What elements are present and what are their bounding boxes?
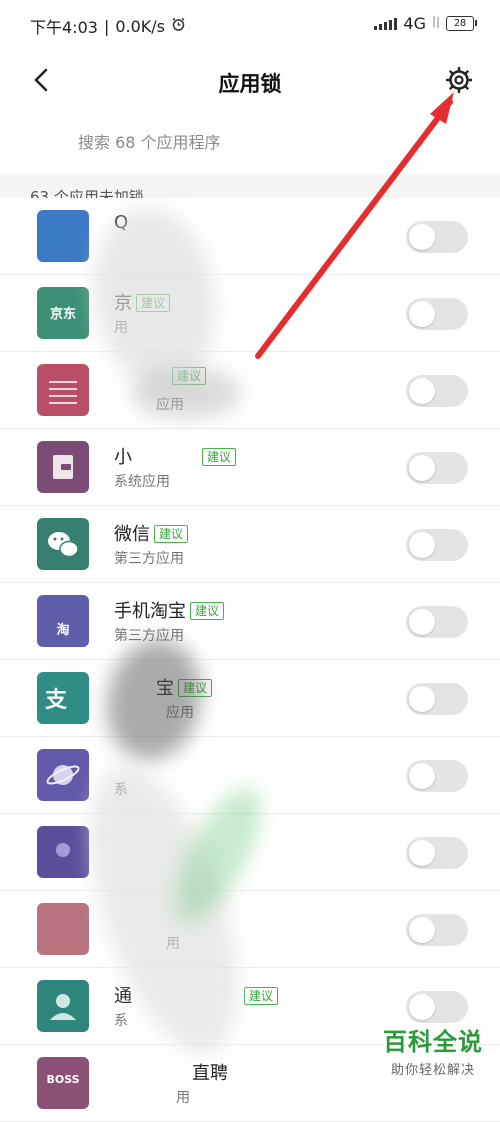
lock-toggle[interactable] <box>406 991 468 1023</box>
toggle-knob <box>409 609 435 635</box>
app-name: 通建议 <box>114 982 279 1008</box>
app-row: 建议 应用 <box>0 352 500 429</box>
toggle-knob <box>409 532 435 558</box>
app-row: Q <box>0 198 500 275</box>
status-right: 4G 28 <box>374 14 477 33</box>
watermark: 百科全说 助你轻松解决 <box>377 1022 489 1078</box>
app-name: 微信 建议 <box>114 520 189 546</box>
app-row: 微信 建议 第三方应用 <box>0 506 500 583</box>
suggest-tag: 建议 <box>190 602 225 620</box>
purple-app-icon <box>37 826 89 878</box>
watermark-sub: 助你轻松解决 <box>390 1063 475 1078</box>
app-name: Q <box>114 212 129 233</box>
status-time: 下午4:03 <box>30 18 98 37</box>
taobao-app-icon: 淘 <box>37 595 89 647</box>
blue-app-icon <box>37 210 89 262</box>
app-row: 小建议 系统应用 <box>0 429 500 506</box>
app-name: 京建议 <box>114 289 171 315</box>
jd-app-icon: 京东 <box>37 287 89 339</box>
watermark-main: 百科全说 <box>383 1028 483 1056</box>
toggle-knob <box>409 378 435 404</box>
lock-toggle[interactable] <box>406 760 468 792</box>
status-left: 下午4:03 | 0.0K/s <box>30 14 186 38</box>
app-row: 淘 手机淘宝 建议 第三方应用 <box>0 583 500 660</box>
lock-toggle[interactable] <box>406 529 468 561</box>
app-name: 建议 <box>114 366 207 387</box>
app-list: Q 京东 京建议 用 建议 应用 小建议 系统应用 微信 建议 第三方应用 淘 手 <box>0 198 500 1122</box>
app-name: 小建议 <box>114 443 237 469</box>
app-name: 手机淘宝 建议 <box>114 597 225 623</box>
lock-toggle[interactable] <box>406 683 468 715</box>
wechat-app-icon <box>37 518 89 570</box>
suggest-tag: 建议 <box>202 448 237 466</box>
status-divider: | <box>103 16 110 36</box>
app-type: 用 <box>166 936 180 952</box>
app-name: 宝建议 <box>156 674 213 700</box>
lock-toggle[interactable] <box>406 298 468 330</box>
app-type: 应用 <box>156 397 184 413</box>
network-type: 4G <box>403 14 426 33</box>
app-type: 用 <box>114 320 128 336</box>
toggle-knob <box>409 686 435 712</box>
toggle-knob <box>409 994 435 1020</box>
toggle-knob <box>409 455 435 481</box>
notes-app-icon <box>37 364 89 416</box>
alipay-app-icon: 支 <box>37 672 89 724</box>
suggest-tag: 建议 <box>178 679 213 697</box>
signal-icon <box>374 17 398 30</box>
app-type: 系 <box>114 782 128 798</box>
suggest-tag: 建议 <box>244 987 279 1005</box>
wallet-app-icon <box>37 441 89 493</box>
lock-toggle[interactable] <box>406 837 468 869</box>
header: 应用锁 <box>0 56 500 106</box>
toggle-knob <box>409 840 435 866</box>
app-type: 系统应用 <box>114 474 170 490</box>
app-row: 用 <box>0 891 500 968</box>
app-type: 第三方应用 <box>114 551 184 567</box>
contacts-app-icon <box>37 980 89 1032</box>
gear-icon[interactable] <box>444 65 474 95</box>
lock-toggle[interactable] <box>406 606 468 638</box>
data-arrows-icon <box>432 14 440 33</box>
toggle-knob <box>409 763 435 789</box>
suggest-tag: 建议 <box>154 525 189 543</box>
alarm-icon <box>171 17 186 36</box>
suggest-tag: 建议 <box>172 367 207 385</box>
toggle-knob <box>409 917 435 943</box>
status-speed: 0.0K/s <box>115 16 165 36</box>
lock-toggle[interactable] <box>406 375 468 407</box>
pink-app-icon <box>37 903 89 955</box>
battery-icon: 28 <box>446 16 477 31</box>
search-box[interactable]: 搜索 68 个应用程序 <box>0 114 500 166</box>
app-type: 应用 <box>166 705 194 721</box>
page-title: 应用锁 <box>218 72 282 96</box>
lock-toggle[interactable] <box>406 452 468 484</box>
app-type: 系 <box>114 1013 128 1029</box>
app-row: 支 宝建议 应用 <box>0 660 500 737</box>
lock-toggle[interactable] <box>406 221 468 253</box>
toggle-knob <box>409 301 435 327</box>
app-type: 用 <box>176 1090 190 1106</box>
app-row: 系 <box>0 737 500 814</box>
lock-toggle[interactable] <box>406 914 468 946</box>
app-type: 第三方应用 <box>114 628 184 644</box>
status-bar: 下午4:03 | 0.0K/s 4G 28 <box>0 0 500 46</box>
planet-app-icon <box>37 749 89 801</box>
suggest-tag: 建议 <box>136 294 171 312</box>
search-placeholder: 搜索 68 个应用程序 <box>78 133 221 152</box>
boss-app-icon: BOSS <box>37 1057 89 1109</box>
toggle-knob <box>409 224 435 250</box>
app-row: 京东 京建议 用 <box>0 275 500 352</box>
app-name: 直聘 <box>192 1063 228 1084</box>
app-row <box>0 814 500 891</box>
